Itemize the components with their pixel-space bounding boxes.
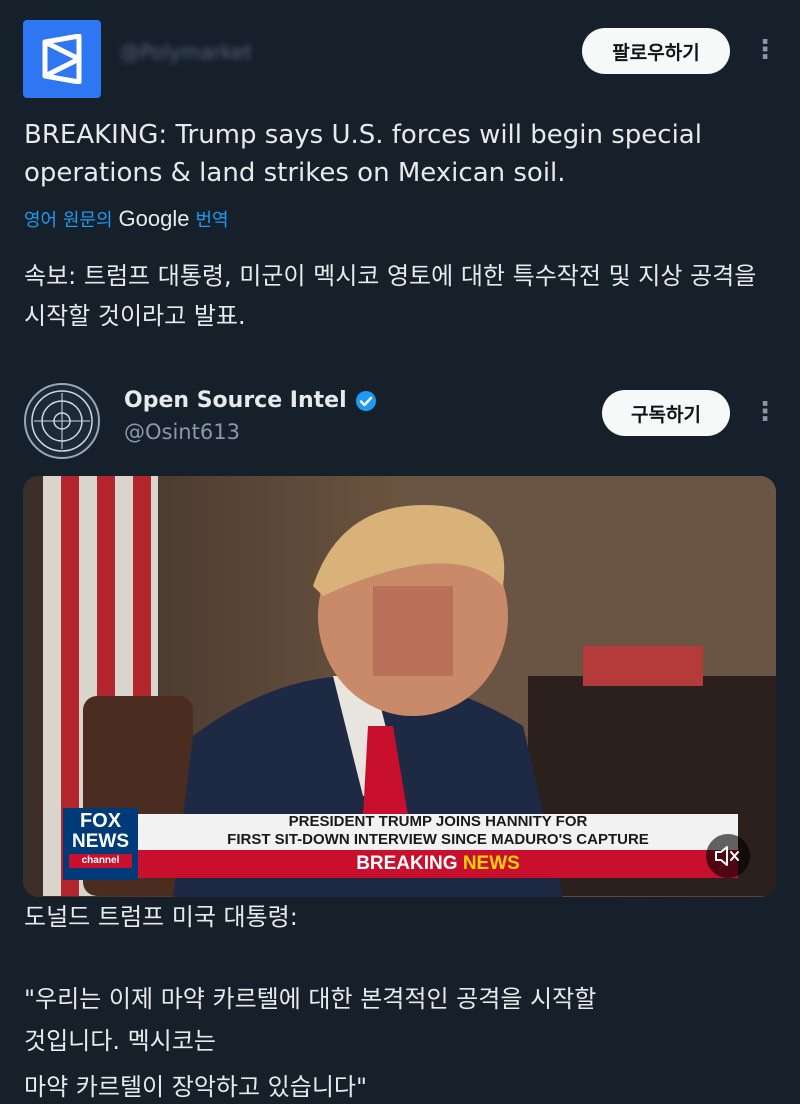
mute-icon[interactable] xyxy=(713,842,743,874)
verified-badge-icon xyxy=(355,390,376,411)
fox-logo-bottom: channel xyxy=(69,854,132,868)
quote-body-line-1: 도널드 트럼프 미국 대통령: xyxy=(24,903,298,931)
translated-text: 속보: 트럼프 대통령, 미군이 멕시코 영토에 대한 특수작전 및 지상 공격… xyxy=(24,262,757,330)
avatar[interactable] xyxy=(24,383,100,459)
quote-body-line-3: 것입니다. 멕시코는 xyxy=(24,1027,216,1055)
tweet-text: BREAKING: Trump says U.S. forces will be… xyxy=(24,120,702,188)
blurred-handle: @Polymarket xyxy=(120,40,252,64)
quoted-account-handle[interactable]: @Osint613 xyxy=(124,420,240,444)
fox-news-logo: FOX NEWS channel xyxy=(63,810,138,868)
quoted-more-options-icon[interactable]: ⋮ xyxy=(752,399,778,425)
chyron-line-1: PRESIDENT TRUMP JOINS HANNITY FOR xyxy=(288,813,588,830)
account-name: Open Source Intel xyxy=(124,388,347,413)
osint-seal-icon xyxy=(31,390,93,452)
quoted-account-name[interactable]: Open Source Intel xyxy=(124,388,377,413)
quote-body-line-4: 마약 카르텔이 장악하고 있습니다" xyxy=(24,1073,368,1101)
fox-logo-mid: NEWS xyxy=(72,831,129,852)
account-logo[interactable] xyxy=(23,20,101,98)
chyron-news-word: NEWS xyxy=(462,853,520,874)
subscribe-button[interactable]: 구독하기 xyxy=(602,390,730,436)
polymarket-logo-icon xyxy=(42,34,82,84)
chyron-breaking-word: BREAKING xyxy=(356,853,458,874)
translate-suffix: 번역 xyxy=(195,210,229,231)
quote-body-line-2: "우리는 이제 마약 카르텔에 대한 본격적인 공격을 시작할 xyxy=(24,985,597,1013)
follow-button[interactable]: 팔로우하기 xyxy=(582,28,730,74)
google-logo: Google xyxy=(118,206,190,231)
more-options-icon[interactable]: ⋮ xyxy=(752,37,778,63)
chyron-line-2: FIRST SIT-DOWN INTERVIEW SINCE MADURO'S … xyxy=(227,831,649,848)
chyron-headline: PRESIDENT TRUMP JOINS HANNITY FOR FIRST … xyxy=(138,813,738,849)
video-player[interactable]: FOX NEWS channel PRESIDENT TRUMP JOINS H… xyxy=(23,476,776,897)
fox-logo-top: FOX xyxy=(79,810,122,832)
translate-prefix: 영어 원문의 xyxy=(24,210,113,231)
chyron-breaking: BREAKING NEWS xyxy=(138,852,738,876)
translation-attribution[interactable]: 영어 원문의 Google 번역 xyxy=(24,206,229,232)
